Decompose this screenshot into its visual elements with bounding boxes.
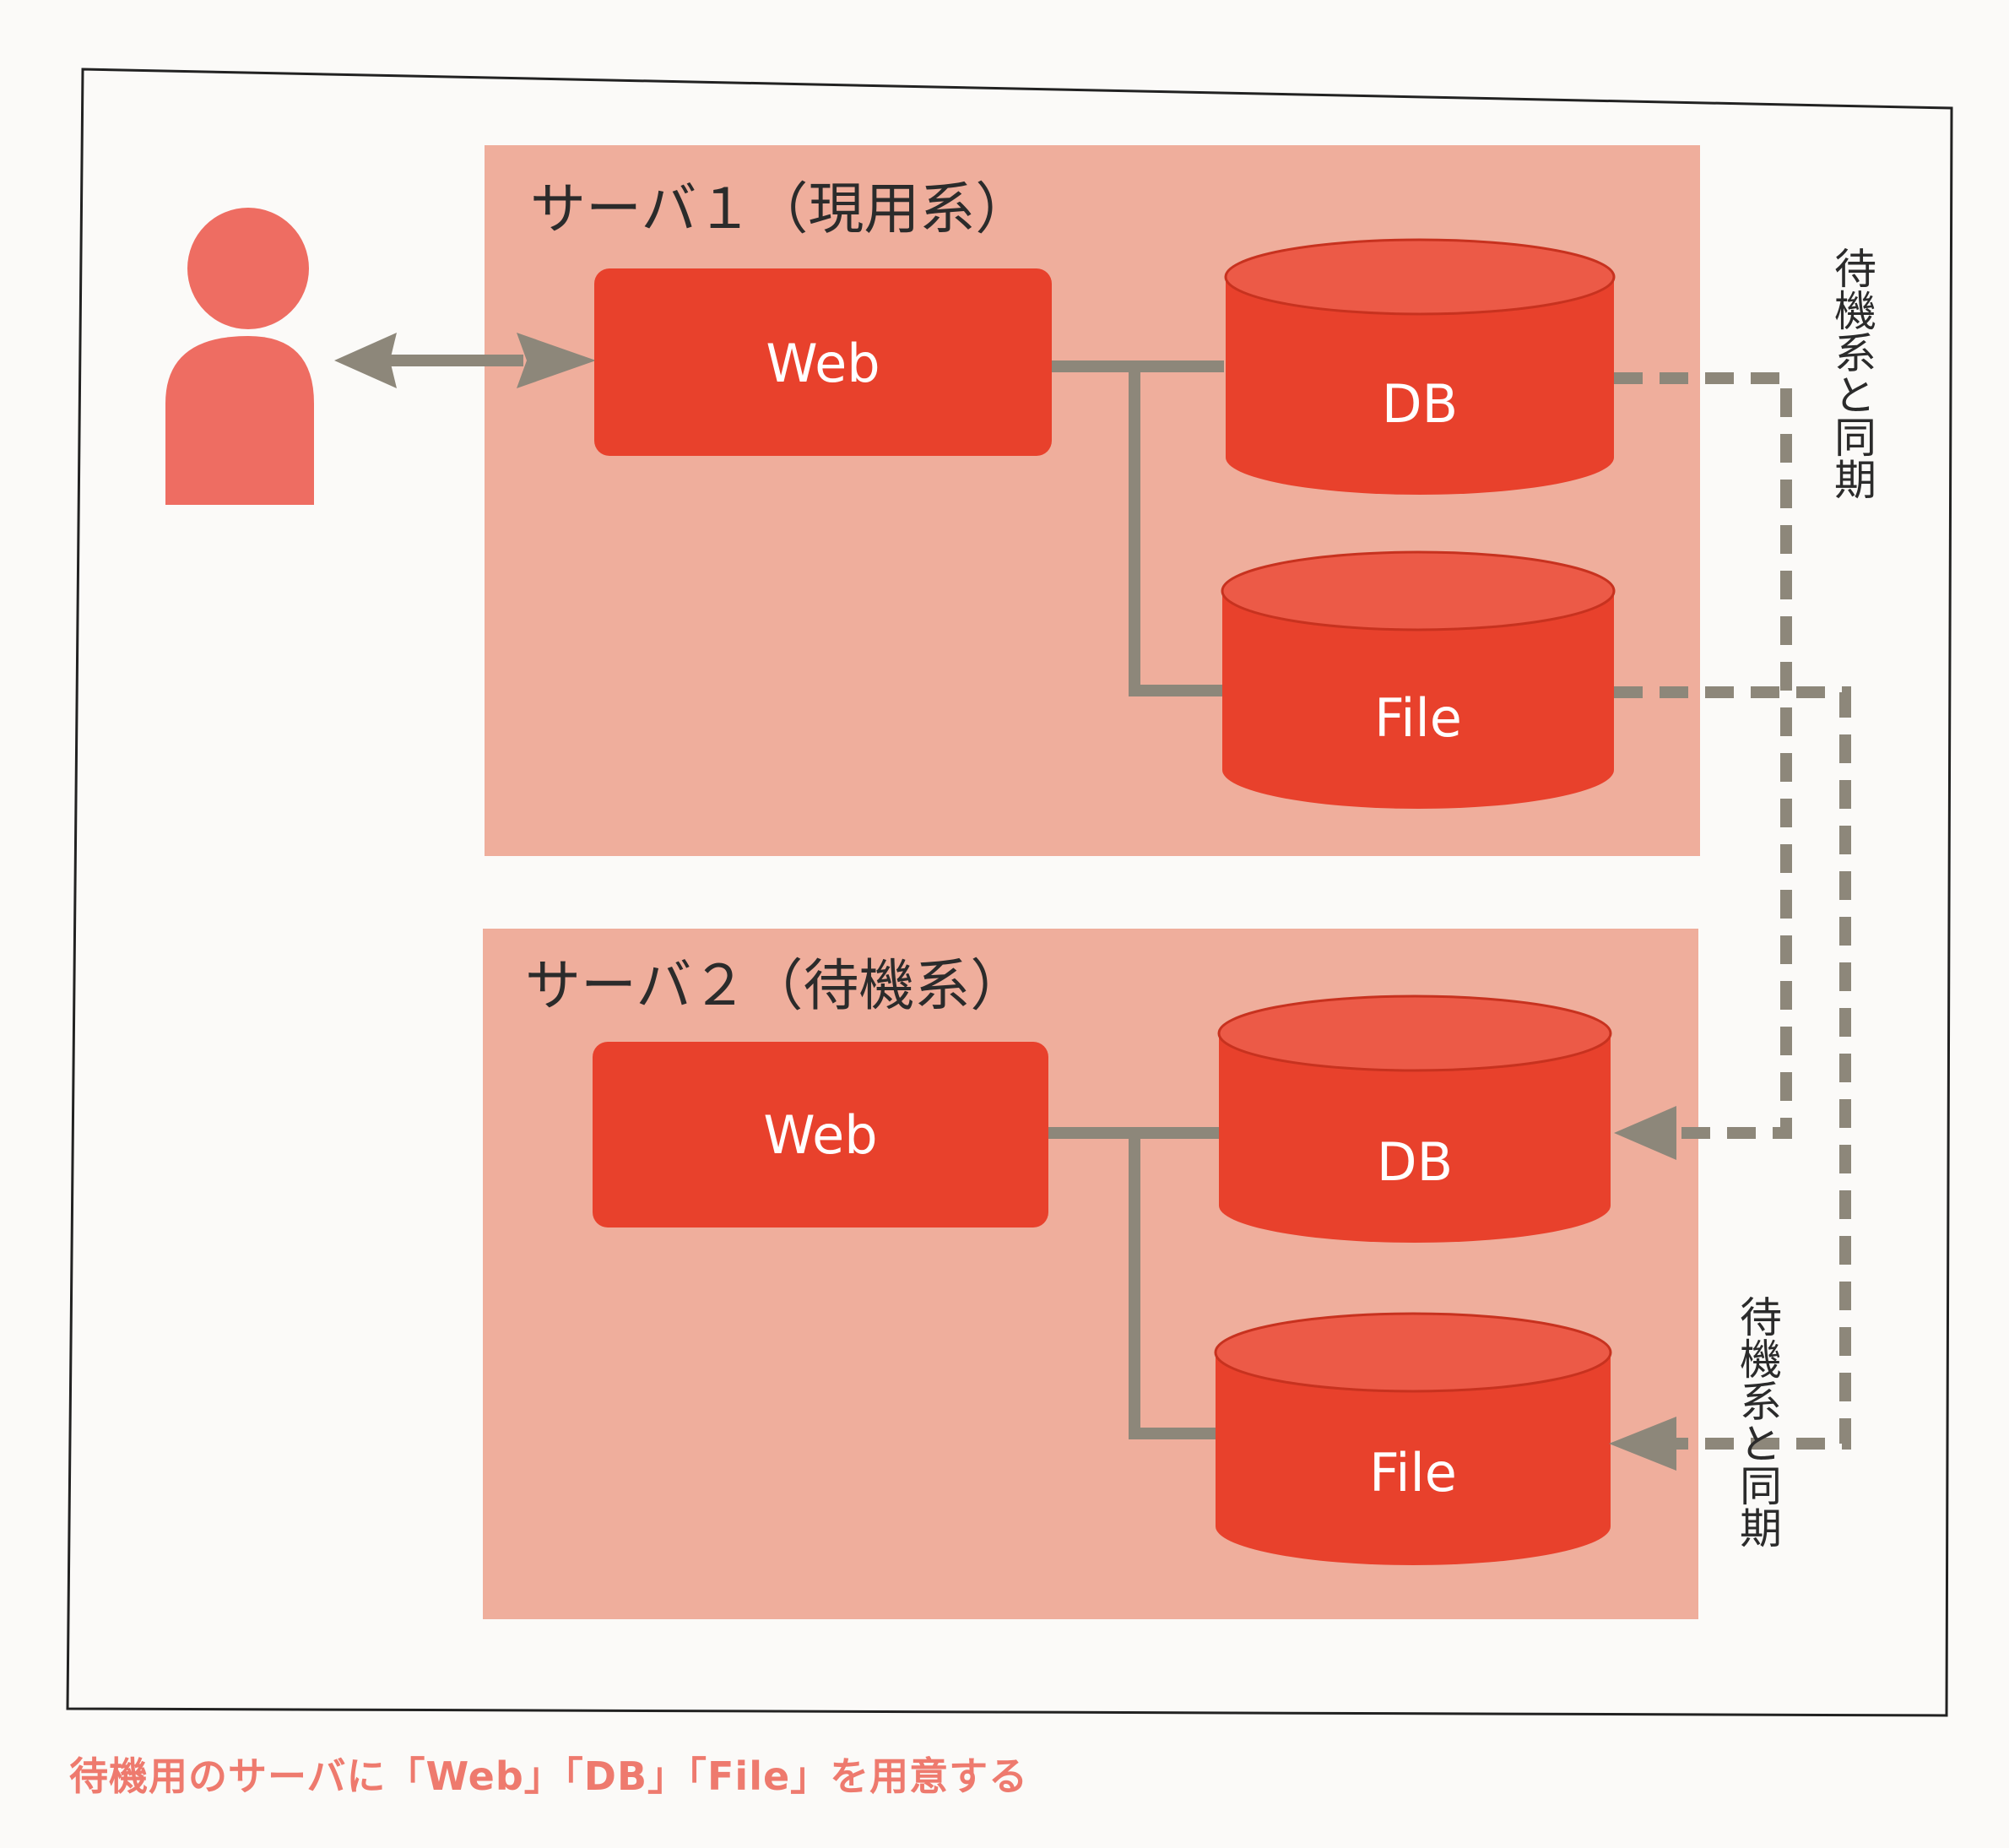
sync-label-db: 待機系と同期 — [1828, 247, 1876, 500]
server1-file-cylinder: File — [1221, 550, 1616, 809]
server2-web-label: Web — [763, 1104, 877, 1166]
server1-db-label: DB — [1382, 373, 1458, 435]
server2-web-node: Web — [593, 1042, 1048, 1227]
system-diagram: サーバ１（現用系） サーバ２（待機系） Web DB File Web DB F… — [66, 68, 1953, 1717]
sync-label-file: 待機系と同期 — [1733, 1295, 1782, 1548]
server2-file-label: File — [1369, 1442, 1457, 1504]
server1-title: サーバ１（現用系） — [530, 176, 1031, 241]
server1-web-node: Web — [594, 268, 1052, 456]
server2-db-label: DB — [1377, 1131, 1453, 1193]
server1-web-label: Web — [766, 333, 880, 394]
server1-file-label: File — [1374, 687, 1462, 749]
person-icon — [165, 208, 314, 505]
server2-db-cylinder: DB — [1217, 994, 1612, 1243]
server2-title: サーバ２（待機系） — [525, 953, 1026, 1018]
server2-file-cylinder: File — [1214, 1312, 1612, 1565]
server1-db-cylinder: DB — [1224, 238, 1616, 495]
figure-caption: 待機用のサーバに「Web」「DB」「File」を用意する — [69, 1753, 1029, 1799]
